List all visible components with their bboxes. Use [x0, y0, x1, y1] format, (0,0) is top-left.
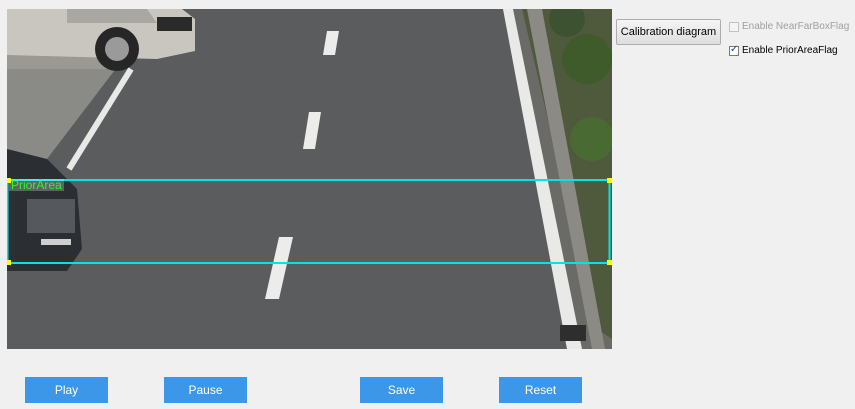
prior-area-flag-checkbox[interactable]: ✓ Enable PriorAreaFlag	[729, 43, 838, 56]
reset-button[interactable]: Reset	[499, 377, 582, 403]
drain-grate	[560, 325, 586, 341]
region-handle[interactable]	[607, 260, 612, 265]
calibration-diagram-button[interactable]: Calibration diagram	[616, 19, 721, 45]
camera-frame	[7, 9, 612, 349]
play-button[interactable]: Play	[25, 377, 108, 403]
pause-button[interactable]: Pause	[164, 377, 247, 403]
video-preview[interactable]: PriorArea	[7, 9, 612, 349]
near-far-box-flag-label: Enable NearFarBoxFlag	[742, 21, 850, 32]
prior-area-label: PriorArea	[9, 178, 64, 192]
checkbox-checked-icon: ✓	[729, 43, 739, 56]
save-button[interactable]: Save	[360, 377, 443, 403]
region-handle[interactable]	[607, 178, 612, 183]
prior-area-flag-label: Enable PriorAreaFlag	[742, 45, 838, 56]
checkbox-icon	[729, 21, 739, 32]
region-handle[interactable]	[7, 260, 11, 265]
near-far-box-flag-checkbox[interactable]: Enable NearFarBoxFlag	[729, 21, 849, 32]
